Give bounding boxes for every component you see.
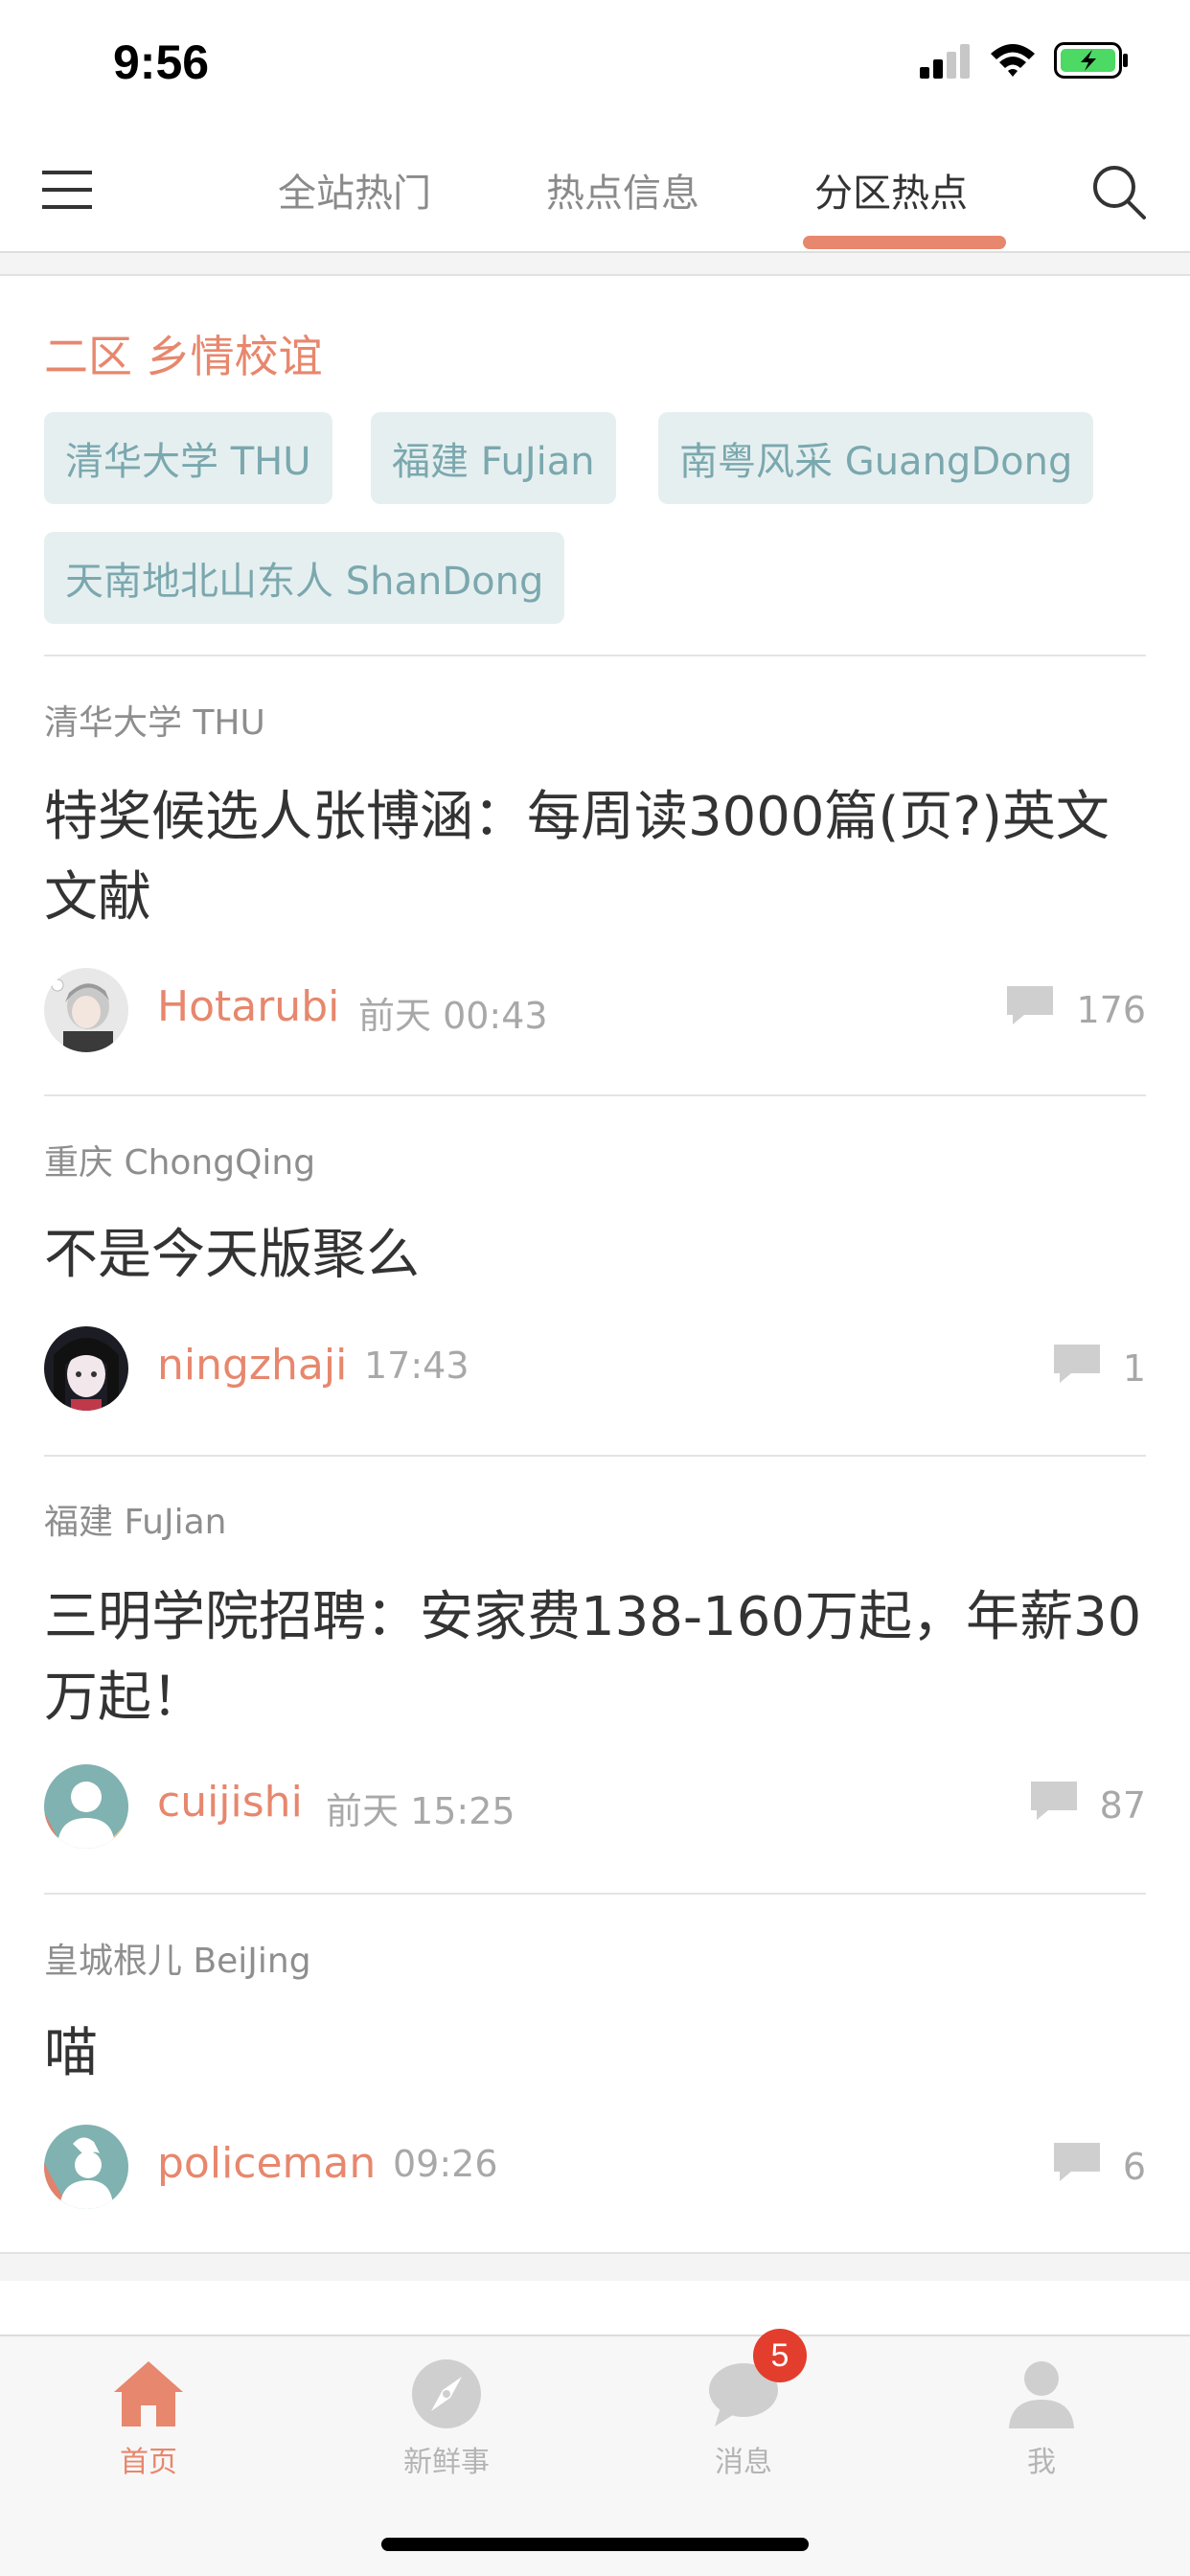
divider — [44, 655, 1146, 656]
board-tag[interactable]: 南粤风采 GuangDong — [658, 412, 1094, 504]
post-time: 前天 00:43 — [358, 995, 548, 1037]
post-board[interactable]: 福建 FuJian — [44, 1494, 227, 1544]
message-icon: 5 — [705, 2329, 807, 2432]
divider — [44, 1893, 1146, 1895]
comment-count-value: 87 — [1099, 1783, 1146, 1827]
tab-label: 新鲜事 — [403, 2446, 490, 2479]
post-author[interactable]: ningzhaji — [157, 1341, 347, 1390]
divider — [44, 1455, 1146, 1457]
comment-icon — [1027, 1778, 1081, 1832]
avatar[interactable] — [44, 1326, 128, 1411]
tab-label: 分区热点 — [814, 172, 968, 216]
post-board[interactable]: 清华大学 THU — [44, 695, 265, 745]
tab-home[interactable]: 首页 — [53, 2356, 244, 2480]
comment-count-value: 6 — [1122, 2145, 1146, 2188]
post-title[interactable]: 喵 — [44, 2013, 1146, 2094]
board-tag[interactable]: 福建 FuJian — [371, 412, 616, 504]
top-tabs: 全站热门 热点信息 分区热点 — [220, 126, 1025, 253]
comment-count: 87 — [1027, 1778, 1146, 1832]
post-author[interactable]: cuijishi — [157, 1778, 303, 1827]
tab-site-hot[interactable]: 全站热门 — [220, 126, 489, 253]
status-icons — [920, 42, 1129, 82]
post-title[interactable]: 特奖候选人张博涵：每周读3000篇(页?)英文文献 — [44, 777, 1146, 938]
post-author[interactable]: Hotarubi — [157, 982, 339, 1031]
unread-badge: 5 — [753, 2329, 807, 2382]
status-bar: 9:56 — [0, 0, 1190, 126]
tab-me[interactable]: 我 — [946, 2356, 1137, 2480]
tab-hot-info[interactable]: 热点信息 — [489, 126, 757, 253]
comment-icon — [1050, 2139, 1104, 2194]
tab-label: 首页 — [120, 2446, 177, 2479]
avatar[interactable] — [44, 968, 128, 1052]
post-board[interactable]: 重庆 ChongQing — [44, 1135, 315, 1184]
tab-label: 热点信息 — [546, 172, 699, 216]
separator-band — [0, 253, 1190, 276]
tab-discover[interactable]: 新鲜事 — [351, 2356, 542, 2480]
battery-icon — [1054, 42, 1129, 82]
post-time: 17:43 — [364, 1345, 469, 1387]
comment-count: 176 — [1003, 982, 1146, 1037]
person-icon — [1003, 2356, 1080, 2432]
post-board[interactable]: 皇城根儿 BeiJing — [44, 1933, 311, 1983]
tab-section-hot[interactable]: 分区热点 — [757, 126, 1025, 253]
home-indicator[interactable] — [381, 2538, 809, 2551]
divider — [44, 1094, 1146, 1096]
tab-label: 全站热门 — [278, 172, 431, 216]
board-tag[interactable]: 清华大学 THU — [44, 412, 332, 504]
tab-label: 我 — [1027, 2446, 1056, 2479]
tab-label: 消息 — [715, 2446, 772, 2479]
comment-count: 1 — [1050, 1341, 1146, 1395]
comment-count-value: 1 — [1122, 1346, 1146, 1390]
tab-messages[interactable]: 5 消息 — [648, 2329, 839, 2480]
signal-icon — [920, 44, 972, 82]
post-time: 前天 15:25 — [326, 1790, 515, 1832]
wifi-icon — [989, 42, 1037, 82]
post-title[interactable]: 三明学院招聘：安家费138-160万起，年薪30万起！ — [44, 1577, 1146, 1738]
home-icon — [110, 2356, 187, 2432]
post-author[interactable]: policeman — [157, 2139, 376, 2188]
post-time: 09:26 — [393, 2143, 498, 2185]
separator-band — [0, 2252, 1190, 2281]
avatar[interactable] — [44, 2125, 128, 2209]
top-nav: 全站热门 热点信息 分区热点 — [0, 126, 1190, 253]
comment-count: 6 — [1050, 2139, 1146, 2194]
comment-icon — [1003, 982, 1057, 1037]
active-tab-indicator — [803, 236, 1006, 249]
search-icon[interactable] — [1090, 163, 1148, 220]
section-title[interactable]: 二区 乡情校谊 — [44, 322, 323, 385]
post-title[interactable]: 不是今天版聚么 — [44, 1215, 1146, 1296]
status-time: 9:56 — [113, 35, 210, 89]
compass-icon — [408, 2356, 485, 2432]
board-tag[interactable]: 天南地北山东人 ShanDong — [44, 532, 565, 624]
menu-icon[interactable] — [42, 165, 92, 215]
comment-icon — [1050, 1341, 1104, 1395]
avatar[interactable] — [44, 1764, 128, 1849]
comment-count-value: 176 — [1076, 988, 1146, 1031]
